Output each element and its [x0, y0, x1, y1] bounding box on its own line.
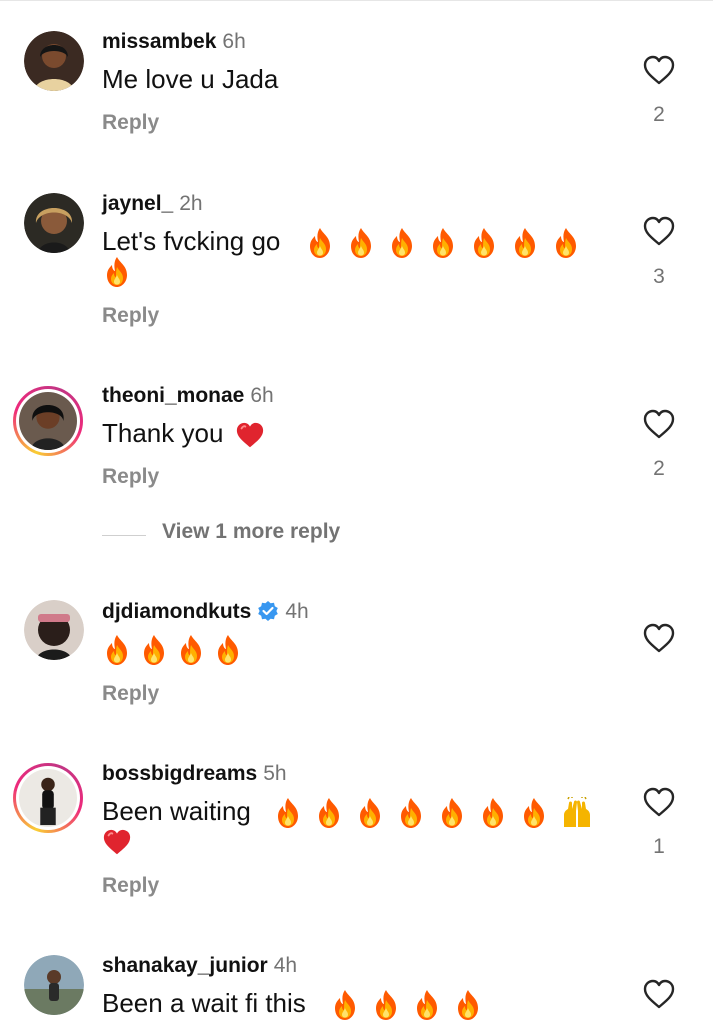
fire-emoji: [176, 634, 206, 666]
comment-meta: shanakay_junior 4h: [102, 954, 297, 978]
emoji-row: [102, 634, 250, 666]
emoji-row: [102, 826, 139, 858]
user-avatar[interactable]: [24, 31, 84, 91]
comment-time: 6h: [222, 30, 246, 53]
verified-badge-icon: [257, 600, 279, 622]
reply-button[interactable]: Reply: [102, 111, 159, 135]
top-divider: [0, 0, 713, 1]
heart-outline-icon[interactable]: [642, 622, 676, 656]
fire-emoji: [437, 797, 467, 829]
comment-time: 4h: [273, 954, 298, 977]
comment-meta: theoni_monae 6h: [102, 384, 274, 408]
fire-emoji: [330, 989, 360, 1021]
comment-text-content: Let's fvcking go: [102, 226, 281, 256]
reply-button[interactable]: Reply: [102, 465, 159, 489]
username[interactable]: theoni_monae: [102, 384, 244, 407]
user-avatar[interactable]: [24, 193, 84, 253]
fire-emoji: [273, 797, 303, 829]
comment-text: Thank you: [102, 416, 272, 451]
fire-emoji: [346, 227, 376, 259]
comment-time: 5h: [263, 762, 287, 785]
reply-button[interactable]: Reply: [102, 682, 159, 706]
fire-emoji: [355, 797, 385, 829]
red-heart-emoji: [102, 826, 132, 858]
username[interactable]: bossbigdreams: [102, 762, 257, 785]
fire-emoji: [139, 634, 169, 666]
comment-text-content: Been waiting: [102, 796, 251, 826]
fire-emoji: [387, 227, 417, 259]
reply-button[interactable]: Reply: [102, 874, 159, 898]
username[interactable]: missambek: [102, 30, 216, 53]
fire-emoji: [412, 989, 442, 1021]
comment-text: Been a wait fi this: [102, 986, 490, 1021]
like-count: 1: [653, 835, 665, 858]
comment-time: 2h: [179, 192, 203, 215]
heart-outline-icon[interactable]: [642, 978, 676, 1012]
red-heart-emoji: [235, 419, 265, 451]
comment-text: Let's fvcking go: [102, 224, 588, 259]
comment-time: 4h: [285, 600, 309, 623]
fire-emoji: [314, 797, 344, 829]
heart-outline-icon[interactable]: [642, 215, 676, 249]
comment-meta: missambek 6h: [102, 30, 246, 54]
heart-outline-icon[interactable]: [642, 786, 676, 820]
fire-emoji: [519, 797, 549, 829]
comment-meta: bossbigdreams 5h: [102, 762, 287, 786]
like-count: 2: [653, 103, 665, 126]
comment-meta: jaynel_ 2h: [102, 192, 203, 216]
comment-text-content: Been a wait fi this: [102, 988, 306, 1018]
username[interactable]: jaynel_: [102, 192, 173, 215]
comment-time: 6h: [250, 384, 274, 407]
fire-emoji: [396, 797, 426, 829]
emoji-row: [102, 256, 139, 288]
view-more-replies-label[interactable]: View 1 more reply: [162, 520, 340, 544]
comment-text: Been waiting: [102, 794, 601, 829]
fire-emoji: [510, 227, 540, 259]
user-avatar-story-ring[interactable]: [13, 386, 83, 456]
fire-emoji: [469, 227, 499, 259]
reply-button[interactable]: Reply: [102, 304, 159, 328]
heart-outline-icon[interactable]: [642, 408, 676, 442]
user-avatar[interactable]: [24, 955, 84, 1015]
fire-emoji: [478, 797, 508, 829]
like-count: 3: [653, 265, 665, 288]
comment-text-content: Thank you: [102, 418, 224, 448]
user-avatar[interactable]: [24, 600, 84, 660]
fire-emoji: [213, 634, 243, 666]
username[interactable]: djdiamondkuts: [102, 600, 251, 623]
raised-hands-emoji: [560, 797, 594, 829]
user-avatar-story-ring[interactable]: [13, 763, 83, 833]
comment-meta: djdiamondkuts 4h: [102, 600, 309, 624]
fire-emoji: [551, 227, 581, 259]
fire-emoji: [453, 989, 483, 1021]
thread-line: [102, 535, 146, 536]
fire-emoji: [428, 227, 458, 259]
fire-emoji: [102, 256, 132, 288]
fire-emoji: [305, 227, 335, 259]
heart-outline-icon[interactable]: [642, 54, 676, 88]
fire-emoji: [371, 989, 401, 1021]
comment-text: Me love u Jada: [102, 64, 279, 94]
like-count: 2: [653, 457, 665, 480]
fire-emoji: [102, 634, 132, 666]
username[interactable]: shanakay_junior: [102, 954, 268, 977]
